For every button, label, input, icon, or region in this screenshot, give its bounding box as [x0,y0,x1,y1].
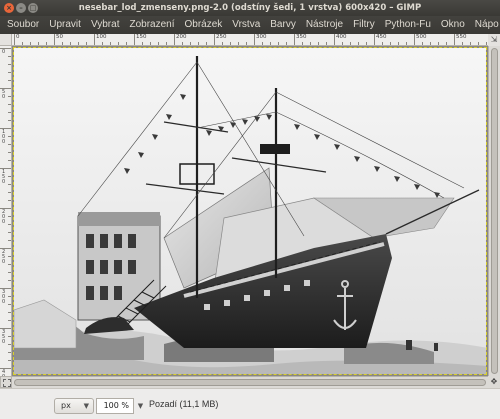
ruler-label: 0 [2,49,6,55]
ruler-tick [414,34,415,45]
menu-vrstva[interactable]: Vrstva [227,16,265,34]
menu-soubor[interactable]: Soubor [0,16,44,34]
menu-obrazek[interactable]: Obrázek [180,16,228,34]
minimize-icon[interactable]: – [16,3,26,13]
status-bar: px ▼ 100 % ▼ Pozadí (11,1 MB) [0,388,500,419]
vertical-ruler[interactable]: 050100150200250300350400 [0,46,12,376]
ruler-tick [134,34,135,45]
horizontal-scrollbar-thumb[interactable] [14,379,486,386]
vertical-scrollbar[interactable] [488,46,500,376]
ruler-label: 150 [136,34,147,40]
ruler-tick [14,34,15,45]
title-bar[interactable]: × – □ nesebar_lod_zmenseny.png-2.0 (odst… [0,0,500,16]
ruler-label: 100 [2,129,6,145]
menu-vybrat[interactable]: Vybrat [86,16,125,34]
ruler-tick [374,34,375,45]
menu-python-fu[interactable]: Python-Fu [380,16,436,34]
ruler-label: 250 [216,34,227,40]
ruler-tick [454,34,455,45]
ruler-label: 200 [2,209,6,225]
ruler-label: 550 [456,34,467,40]
vertical-scrollbar-thumb[interactable] [491,48,498,374]
ruler-tick [174,34,175,45]
ruler-label: 300 [2,289,6,305]
ruler-label: 100 [96,34,107,40]
chevron-down-icon[interactable]: ▼ [135,398,146,414]
ruler-label: 400 [336,34,347,40]
ruler-tick [294,34,295,45]
menu-zobrazeni[interactable]: Zobrazení [124,16,179,34]
menu-barvy[interactable]: Barvy [265,16,301,34]
menu-upravit[interactable]: Upravit [44,16,86,34]
zoom-input[interactable]: 100 % [96,398,134,414]
navigate-icon[interactable]: ✥ [488,376,500,388]
ship-photo [14,48,486,374]
menu-okno[interactable]: Okno [436,16,470,34]
unit-select[interactable]: px ▼ [54,398,94,414]
ruler-tick [334,34,335,45]
ruler-label: 300 [256,34,267,40]
chevron-down-icon: ▼ [83,402,89,410]
quick-mask-icon[interactable] [0,376,12,388]
close-icon[interactable]: × [4,3,14,13]
ruler-label: 250 [2,249,6,265]
image-canvas[interactable] [13,47,487,375]
ruler-tick [254,34,255,45]
maximize-icon[interactable]: □ [28,3,38,13]
horizontal-ruler[interactable]: 0 50 100 150 200 250 300 350 400 450 500 550 [12,34,488,46]
ruler-label: 350 [296,34,307,40]
menu-nastroje[interactable]: Nástroje [301,16,348,34]
horizontal-scrollbar[interactable] [12,376,488,388]
menu-filtry[interactable]: Filtry [348,16,380,34]
gimp-window: × – □ nesebar_lod_zmenseny.png-2.0 (odst… [0,0,500,419]
ruler-tick [94,34,95,45]
ruler-label: 50 [56,34,63,40]
canvas-area[interactable] [12,46,488,376]
ruler-tick [214,34,215,45]
ruler-label: 350 [2,329,6,345]
menu-bar: Soubor Upravit Vybrat Zobrazení Obrázek … [0,16,500,34]
ruler-label: 50 [2,89,6,100]
ruler-label: 200 [176,34,187,40]
navigate-icon[interactable]: ⇲ [488,34,500,46]
ruler-label: 500 [416,34,427,40]
unit-value: px [61,401,71,410]
window-title: nesebar_lod_zmenseny.png-2.0 (odstíny še… [78,3,422,13]
ruler-label: 0 [16,34,20,40]
ruler-label: 150 [2,169,6,185]
ruler-label: 450 [376,34,387,40]
ruler-corner[interactable] [0,34,12,46]
layer-status-text: Pozadí (11,1 MB) [149,399,219,409]
menu-napoveda[interactable]: Nápo [470,16,500,34]
ruler-tick [54,34,55,45]
